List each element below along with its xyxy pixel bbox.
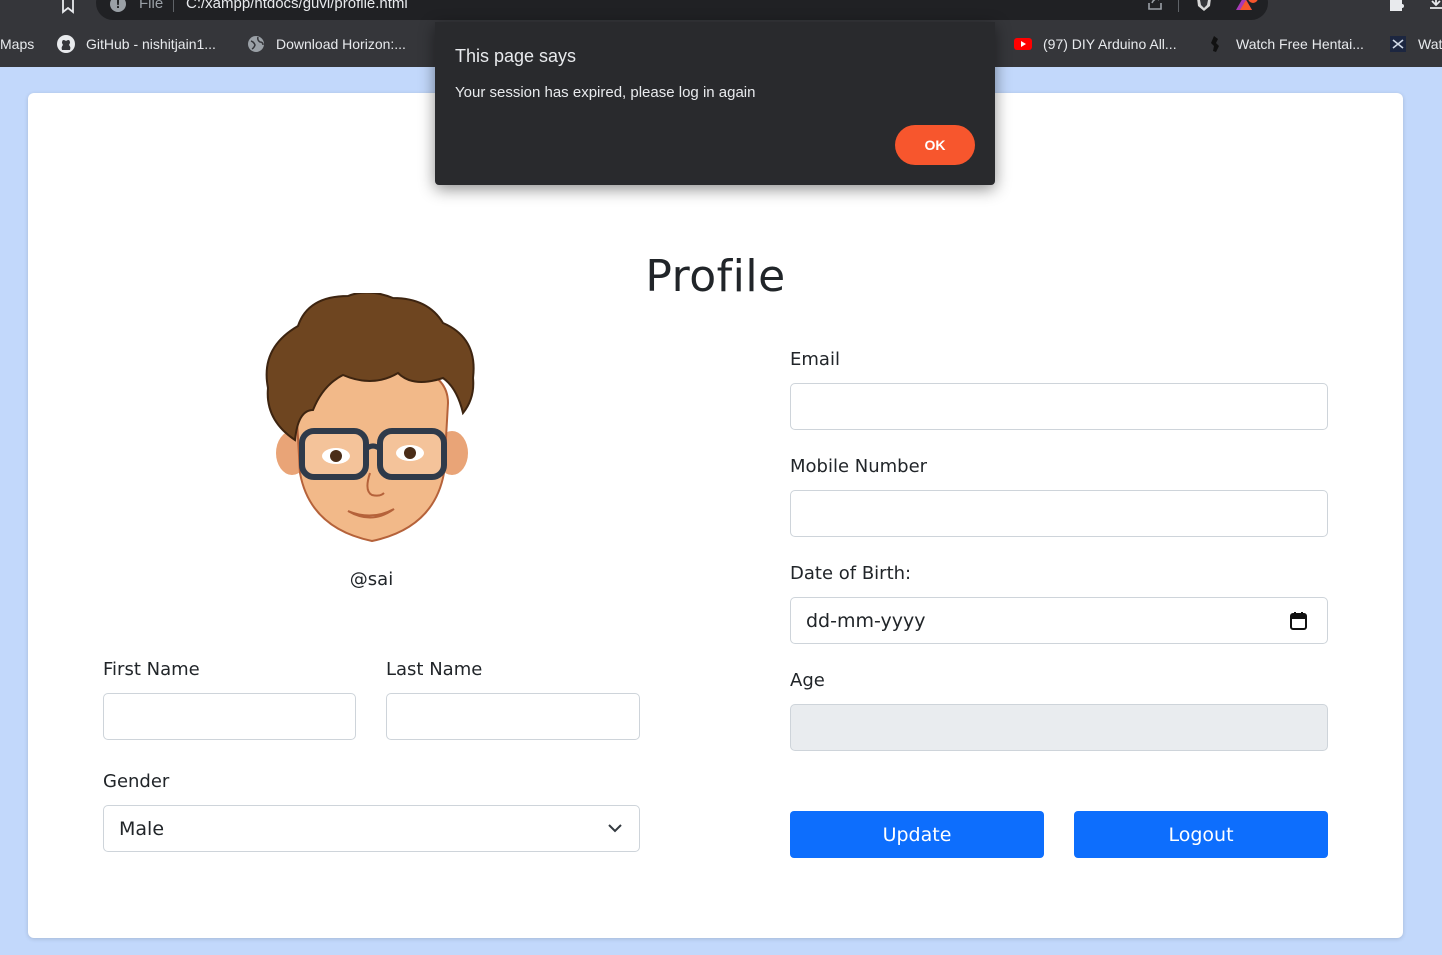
dob-placeholder: dd-mm-yyyy [806,609,926,632]
dialog-title: This page says [455,46,577,66]
dob-input[interactable]: dd-mm-yyyy [790,597,1328,644]
bookmark-maps[interactable]: Maps [0,34,34,54]
brave-shield-icon[interactable] [1195,0,1213,12]
bookmark-label: (97) DIY Arduino All... [1043,36,1177,52]
download-icon[interactable] [1428,0,1442,12]
alert-dialog: This page says Your session has expired,… [435,22,995,185]
bookmark-github[interactable]: GitHub - nishitjain1... [56,34,216,54]
dialog-ok-button[interactable]: OK [895,125,975,165]
bookmark-star-icon[interactable] [60,0,76,14]
toolbar-separator [1178,0,1179,12]
brave-rewards-icon[interactable] [1234,0,1258,12]
profile-card: Profile @sai First Name Last Name Gender… [28,93,1403,938]
browser-toolbar: ! File C:/xampp/htdocs/guvi/profile.html [0,0,1442,21]
calendar-icon[interactable] [1289,611,1308,631]
last-name-label: Last Name [386,659,483,680]
share-icon[interactable] [1146,0,1164,12]
username: @sai [349,569,394,590]
bookmark-label: Maps [0,36,35,52]
dialog-message: Your session has expired, please log in … [455,84,756,101]
site-info-icon[interactable]: ! [110,0,126,12]
bookmark-label: GitHub - nishitjain1... [86,36,216,52]
avatar [265,293,475,543]
extensions-puzzle-icon[interactable] [1388,0,1406,12]
chevron-down-icon [608,824,622,833]
address-scheme: File [139,0,164,12]
youtube-icon [1013,34,1033,54]
gender-label: Gender [103,771,170,792]
age-input [790,704,1328,751]
mobile-number-input[interactable] [790,490,1328,537]
site-icon [1206,34,1226,54]
age-label: Age [790,670,825,691]
logout-button[interactable]: Logout [1074,811,1328,858]
bookmark-site-2[interactable]: Wat [1388,34,1442,54]
dob-label: Date of Birth: [790,563,912,584]
bookmark-youtube[interactable]: (97) DIY Arduino All... [1013,34,1177,54]
first-name-input[interactable] [103,693,356,740]
bookmark-download-horizon[interactable]: Download Horizon:... [246,34,406,54]
address-bar[interactable]: ! File C:/xampp/htdocs/guvi/profile.html [96,0,1268,20]
bookmark-site[interactable]: Watch Free Hentai... [1206,34,1364,54]
address-separator [173,0,174,12]
bookmark-label: Watch Free Hentai... [1236,36,1364,52]
last-name-input[interactable] [386,693,640,740]
mobile-number-label: Mobile Number [790,456,928,477]
email-input[interactable] [790,383,1328,430]
bookmark-label: Wat [1418,36,1442,52]
gender-selected-value: Male [119,817,165,840]
address-url[interactable]: C:/xampp/htdocs/guvi/profile.html [186,0,408,12]
first-name-label: First Name [103,659,200,680]
page-title: Profile [645,251,786,302]
update-button[interactable]: Update [790,811,1044,858]
site-icon [1388,34,1408,54]
bookmark-label: Download Horizon:... [276,36,406,52]
gender-select[interactable]: Male [103,805,640,852]
github-icon [56,34,76,54]
email-label: Email [790,349,840,370]
globe-icon [246,34,266,54]
